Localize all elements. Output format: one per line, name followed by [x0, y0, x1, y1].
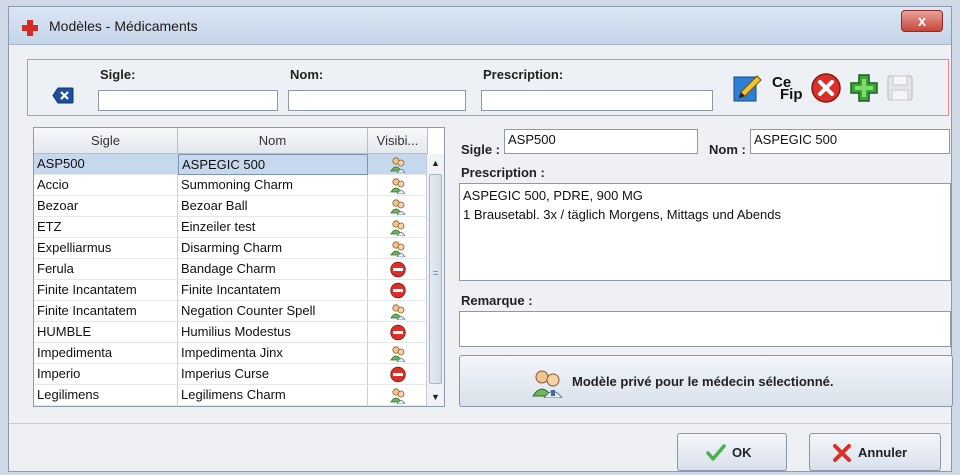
table-row[interactable]: Imperio Imperius Curse: [34, 364, 428, 385]
cell-visibility: [368, 343, 428, 364]
cell-visibility: [368, 364, 428, 385]
cell-sigle: Finite Incantatem: [34, 280, 178, 301]
cell-nom: Einzeiler test: [178, 217, 368, 238]
cell-nom: Humilius Modestus: [178, 322, 368, 343]
close-button[interactable]: x: [901, 10, 943, 32]
cell-nom: ASPEGIC 500: [178, 154, 368, 175]
cell-nom: Negation Counter Spell: [178, 301, 368, 322]
nom-filter-label: Nom:: [290, 67, 324, 82]
save-disabled-icon[interactable]: [884, 72, 916, 104]
column-header-visibility[interactable]: Visibi...: [368, 128, 428, 154]
cell-visibility: [368, 280, 428, 301]
cancel-button[interactable]: Annuler: [809, 433, 941, 471]
table-row[interactable]: Expelliarmus Disarming Charm: [34, 238, 428, 259]
cell-sigle: Imperio: [34, 364, 178, 385]
red-cross-icon: [22, 20, 38, 36]
dialog-window: Modèles - Médicaments x Sigle: Nom: Pres…: [8, 6, 953, 472]
cell-visibility: [368, 238, 428, 259]
sigle-filter-input[interactable]: [98, 90, 278, 111]
cell-sigle: Ferula: [34, 259, 178, 280]
table-row[interactable]: ETZ Einzeiler test: [34, 217, 428, 238]
cell-sigle: Accio: [34, 175, 178, 196]
cell-visibility: [368, 322, 428, 343]
table-row[interactable]: Bezoar Bezoar Ball: [34, 196, 428, 217]
cell-nom: Impedimenta Jinx: [178, 343, 368, 364]
table-row[interactable]: Accio Summoning Charm: [34, 175, 428, 196]
cell-visibility: [368, 301, 428, 322]
table-row[interactable]: Impedimenta Impedimenta Jinx: [34, 343, 428, 364]
scroll-thumb[interactable]: [429, 174, 442, 384]
cross-icon: [833, 444, 851, 462]
cell-nom: Imperius Curse: [178, 364, 368, 385]
clear-filter-icon[interactable]: [52, 87, 74, 104]
table-row[interactable]: Legilimens Legilimens Charm: [34, 385, 428, 406]
cell-nom: Disarming Charm: [178, 238, 368, 259]
table-row[interactable]: Ferula Bandage Charm: [34, 259, 428, 280]
doctor-private-icon: [532, 370, 563, 398]
prescription-label: Prescription :: [461, 165, 545, 180]
window-title: Modèles - Médicaments: [49, 18, 198, 34]
remarque-label: Remarque :: [461, 293, 533, 308]
cell-visibility: [368, 217, 428, 238]
detail-sigle-label: Sigle :: [461, 142, 501, 157]
add-icon[interactable]: [848, 72, 880, 104]
remarque-field[interactable]: [459, 311, 951, 347]
cell-nom: Bandage Charm: [178, 259, 368, 280]
cell-visibility: [368, 259, 428, 280]
cell-sigle: ASP500: [34, 154, 178, 175]
column-header-sigle[interactable]: Sigle: [34, 128, 178, 154]
detail-nom-field[interactable]: ASPEGIC 500: [750, 129, 950, 154]
models-table: Sigle Nom Visibi... ASP500 ASPEGIC 500 Acc…: [33, 127, 445, 407]
private-model-button[interactable]: Modèle privé pour le médecin sélectionné…: [459, 355, 953, 407]
cell-sigle: ETZ: [34, 217, 178, 238]
edit-pen-icon[interactable]: [731, 72, 763, 104]
cell-visibility: [368, 385, 428, 406]
cell-visibility: [368, 154, 428, 175]
scroll-up-arrow[interactable]: ▲: [427, 154, 444, 172]
cell-sigle: HUMBLE: [34, 322, 178, 343]
prescription-filter-input[interactable]: [481, 90, 713, 111]
cell-sigle: Bezoar: [34, 196, 178, 217]
detail-nom-label: Nom :: [709, 142, 746, 157]
cefip-icon[interactable]: Ce Fip: [768, 72, 804, 104]
sigle-filter-label: Sigle:: [100, 67, 136, 82]
table-body: ASP500 ASPEGIC 500 Accio Summoning Charm Bez…: [34, 154, 428, 406]
table-row[interactable]: Finite Incantatem Finite Incantatem: [34, 280, 428, 301]
filter-bar: Sigle: Nom: Prescription: Ce Fip: [27, 59, 949, 116]
detail-sigle-field[interactable]: ASP500: [504, 129, 698, 154]
cell-nom: Finite Incantatem: [178, 280, 368, 301]
table-row[interactable]: ASP500 ASPEGIC 500: [34, 154, 428, 175]
table-header: Sigle Nom Visibi...: [34, 128, 428, 154]
cell-nom: Legilimens Charm: [178, 385, 368, 406]
cell-sigle: Finite Incantatem: [34, 301, 178, 322]
cell-sigle: Impedimenta: [34, 343, 178, 364]
table-scrollbar[interactable]: ▲ ▼: [426, 154, 444, 406]
cell-nom: Bezoar Ball: [178, 196, 368, 217]
footer-divider: [9, 423, 951, 424]
prescription-field[interactable]: ASPEGIC 500, PDRE, 900 MG 1 Brausetabl. …: [459, 183, 951, 281]
column-header-nom[interactable]: Nom: [178, 128, 368, 154]
nom-filter-input[interactable]: [288, 90, 466, 111]
private-model-label: Modèle privé pour le médecin sélectionné…: [572, 374, 834, 389]
ok-button[interactable]: OK: [677, 433, 787, 471]
delete-icon[interactable]: [810, 72, 842, 104]
table-row[interactable]: Finite Incantatem Negation Counter Spell: [34, 301, 428, 322]
cell-visibility: [368, 175, 428, 196]
checkmark-icon: [706, 444, 726, 461]
cell-visibility: [368, 196, 428, 217]
title-bar[interactable]: Modèles - Médicaments x: [9, 7, 951, 45]
cell-sigle: Legilimens: [34, 385, 178, 406]
cell-nom: Summoning Charm: [178, 175, 368, 196]
prescription-filter-label: Prescription:: [483, 67, 564, 82]
scroll-down-arrow[interactable]: ▼: [427, 388, 444, 406]
cell-sigle: Expelliarmus: [34, 238, 178, 259]
table-row[interactable]: HUMBLE Humilius Modestus: [34, 322, 428, 343]
